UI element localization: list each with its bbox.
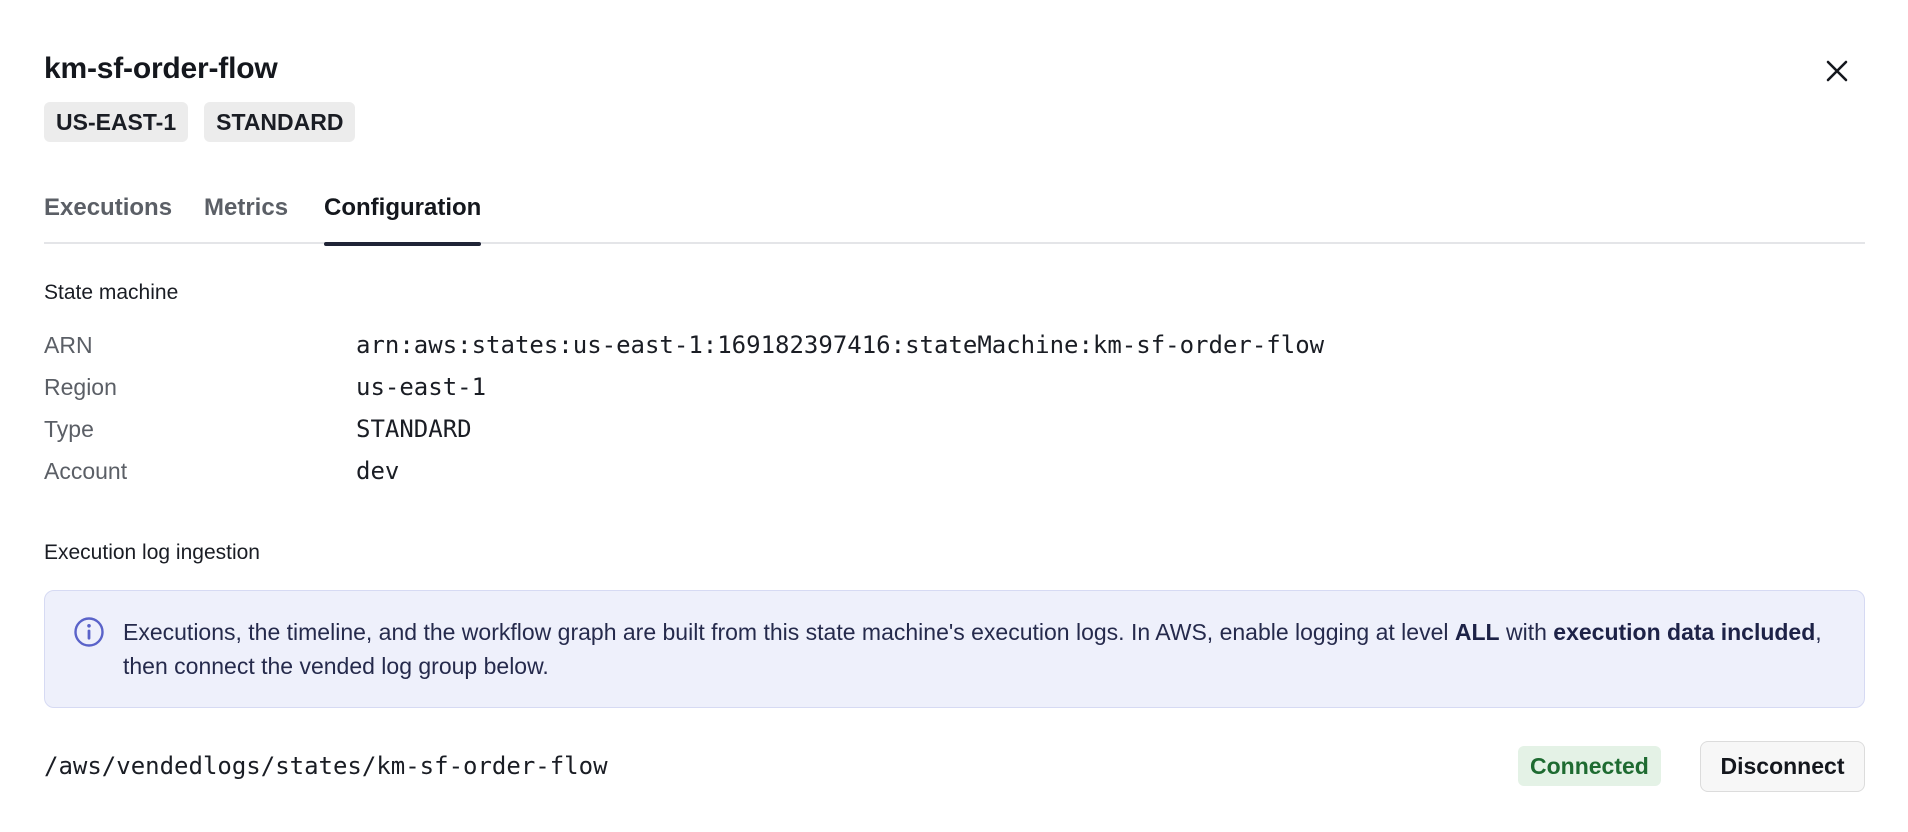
- region-value: us-east-1: [356, 373, 487, 401]
- region-badge: US-EAST-1: [44, 102, 189, 142]
- type-row: Type STANDARD: [44, 408, 1544, 450]
- tab-metrics[interactable]: Metrics: [204, 190, 288, 244]
- type-label: Type: [44, 416, 94, 442]
- arn-row: ARN arn:aws:states:us-east-1:16918239741…: [44, 324, 1544, 366]
- disconnect-button[interactable]: Disconnect: [1700, 741, 1865, 792]
- tab-executions[interactable]: Executions: [44, 190, 172, 244]
- info-bold-data: execution data included: [1553, 619, 1816, 645]
- type-value: STANDARD: [356, 415, 472, 443]
- account-row: Account dev: [44, 450, 1544, 492]
- type-badge: STANDARD: [204, 102, 356, 142]
- info-text-part: with: [1499, 619, 1554, 645]
- info-message: Executions, the timeline, and the workfl…: [123, 615, 1843, 683]
- tab-bar: Executions Metrics Configuration: [44, 190, 1865, 246]
- state-machine-heading: State machine: [44, 281, 179, 304]
- tab-configuration[interactable]: Configuration: [324, 190, 482, 246]
- region-label: Region: [44, 374, 117, 400]
- info-icon: [74, 617, 104, 647]
- arn-label: ARN: [44, 332, 93, 358]
- info-callout: Executions, the timeline, and the workfl…: [44, 590, 1865, 708]
- status-badge: Connected: [1518, 746, 1661, 786]
- badge-group: US-EAST-1 STANDARD: [44, 102, 356, 142]
- info-text-part: Executions, the timeline, and the workfl…: [123, 619, 1455, 645]
- close-button[interactable]: [1823, 57, 1851, 85]
- config-panel: km-sf-order-flow US-EAST-1 STANDARD Exec…: [44, 0, 1865, 832]
- region-row: Region us-east-1: [44, 366, 1544, 408]
- page-title: km-sf-order-flow: [44, 52, 278, 85]
- account-label: Account: [44, 458, 128, 484]
- arn-value: arn:aws:states:us-east-1:169182397416:st…: [356, 331, 1325, 359]
- info-bold-level: ALL: [1454, 619, 1500, 645]
- account-value: dev: [356, 457, 400, 485]
- log-ingestion-heading: Execution log ingestion: [44, 541, 260, 564]
- log-group-path: /aws/vendedlogs/states/km-sf-order-flow: [44, 752, 608, 780]
- close-icon: [1826, 60, 1848, 82]
